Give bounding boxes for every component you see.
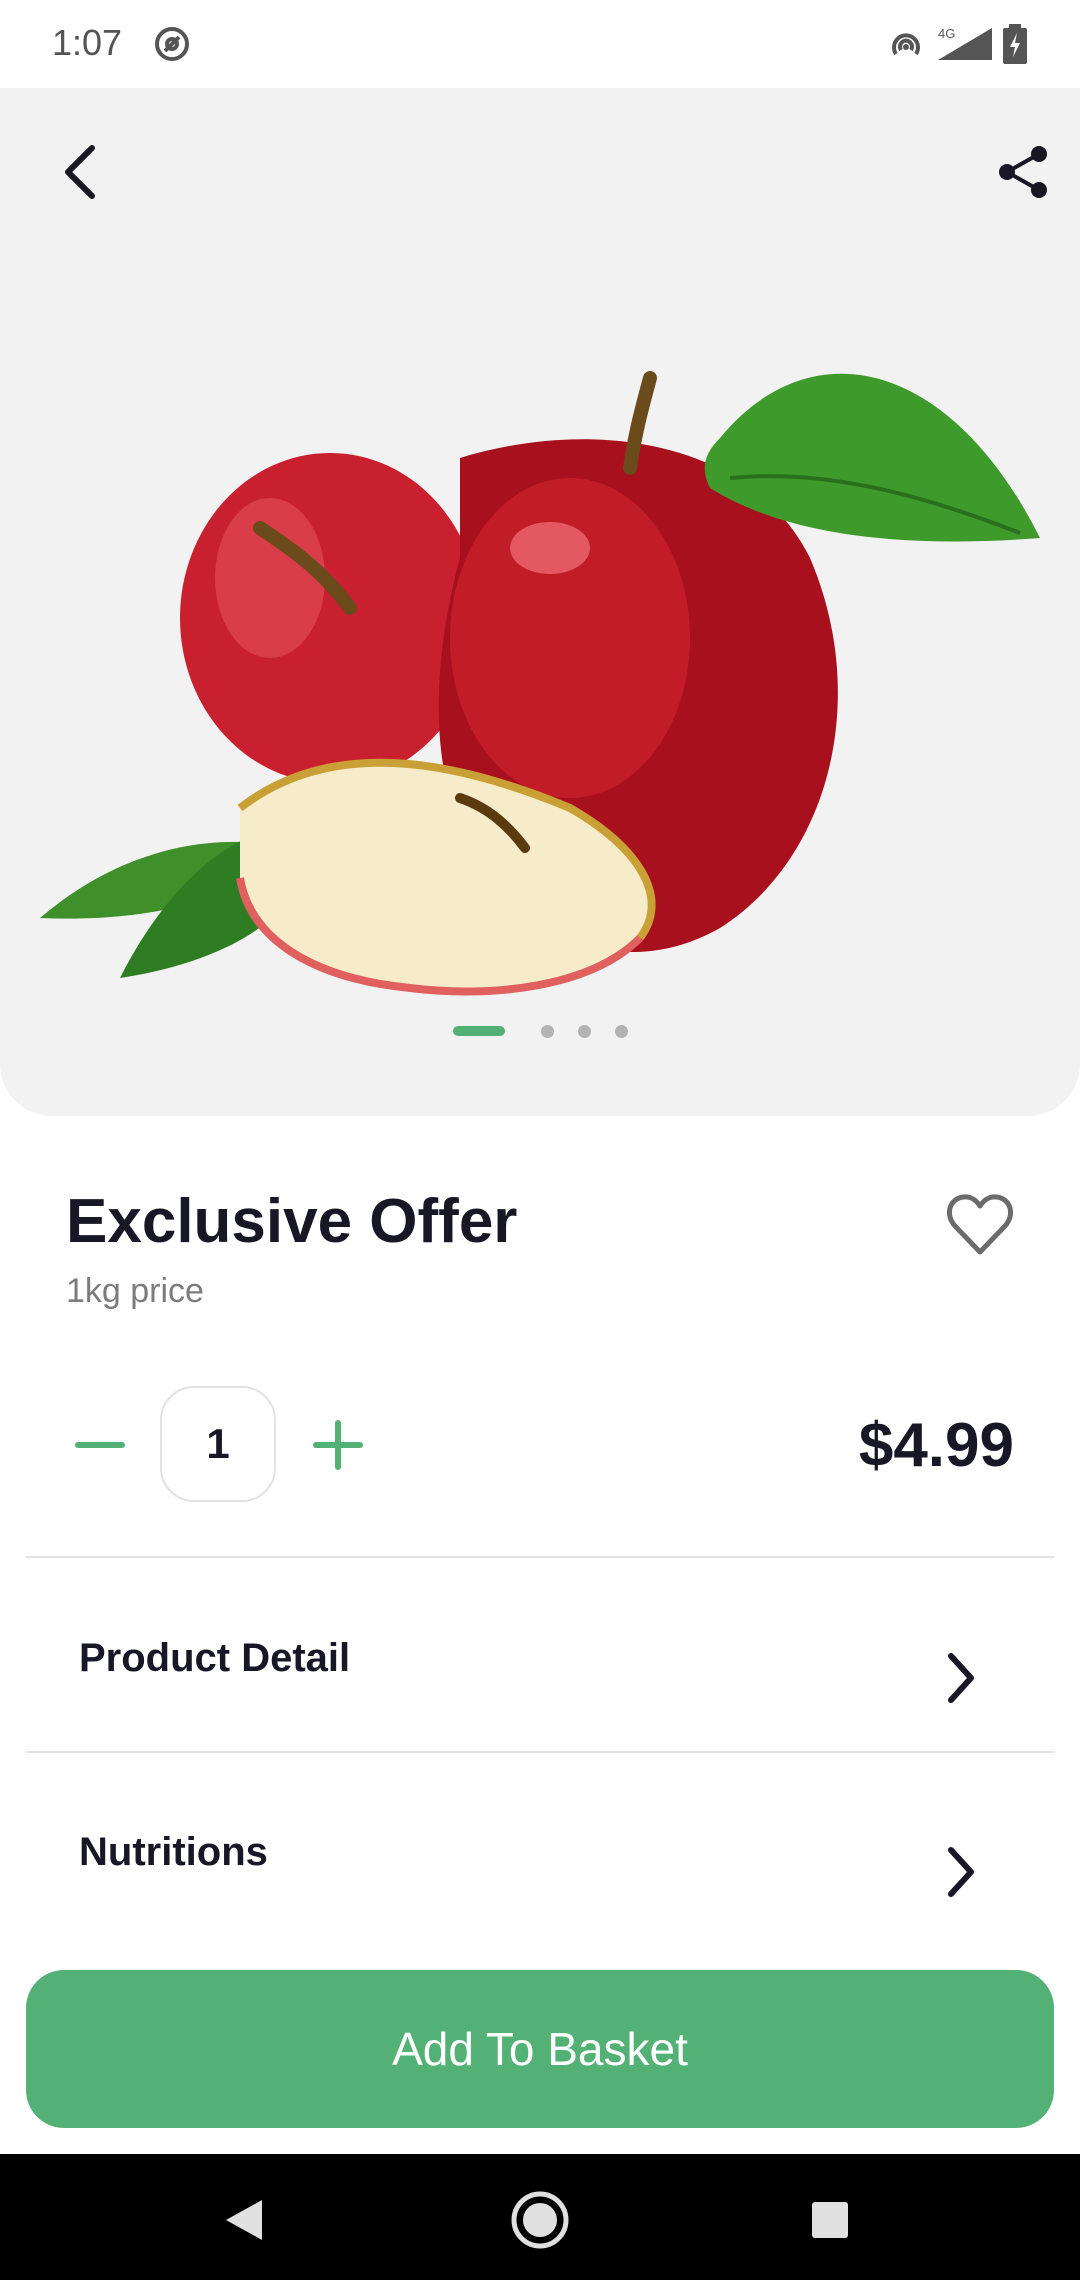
carousel-pager: [0, 1023, 1080, 1039]
pager-dot: [577, 1024, 591, 1038]
nav-recents-icon[interactable]: [810, 2200, 850, 2240]
add-to-basket-button[interactable]: Add To Basket: [26, 1970, 1054, 2128]
product-detail-row[interactable]: Product Detail: [26, 1600, 1054, 1750]
svg-text:4G: 4G: [938, 26, 955, 41]
increase-quantity-button[interactable]: [308, 1415, 368, 1475]
product-price: $4.99: [858, 1411, 1014, 1480]
quantity-value: 1: [160, 1386, 276, 1502]
product-image-apples: [40, 371, 1040, 996]
nutritions-label: Nutritions: [79, 1830, 268, 1874]
battery-charging-icon: [1003, 24, 1027, 64]
cell-signal-4g-icon: 4G: [938, 26, 992, 60]
back-button[interactable]: [44, 132, 116, 212]
nutritions-row[interactable]: Nutritions: [26, 1794, 1054, 1944]
divider: [26, 1556, 1054, 1558]
status-time: 1:07: [52, 22, 123, 63]
product-detail-label: Product Detail: [79, 1636, 351, 1680]
chevron-right-icon: [948, 1847, 974, 1897]
heart-outline-icon: [946, 1194, 1014, 1255]
at-sign-icon: [155, 27, 189, 61]
share-icon: [999, 146, 1047, 198]
product-title: Exclusive Offer: [66, 1187, 518, 1256]
chevron-right-icon: [948, 1653, 974, 1703]
pager-dot-active: [452, 1026, 505, 1036]
plus-icon: [313, 1420, 363, 1470]
product-image-carousel[interactable]: [0, 88, 1080, 1116]
divider: [26, 1751, 1054, 1753]
minus-icon: [75, 1442, 125, 1448]
hotspot-icon: [892, 33, 920, 56]
status-bar: 1:07 4G: [0, 0, 1080, 88]
nav-back-icon[interactable]: [222, 2196, 266, 2244]
product-unit-label: 1kg price: [66, 1272, 204, 1310]
system-navigation-bar: [0, 2154, 1080, 2280]
share-button[interactable]: [990, 134, 1056, 210]
pager-dot: [540, 1024, 554, 1038]
decrease-quantity-button[interactable]: [70, 1415, 130, 1475]
favorite-button[interactable]: [945, 1190, 1015, 1260]
pager-dot: [614, 1024, 628, 1038]
back-arrow-icon: [65, 145, 95, 199]
nav-home-icon[interactable]: [510, 2190, 570, 2250]
